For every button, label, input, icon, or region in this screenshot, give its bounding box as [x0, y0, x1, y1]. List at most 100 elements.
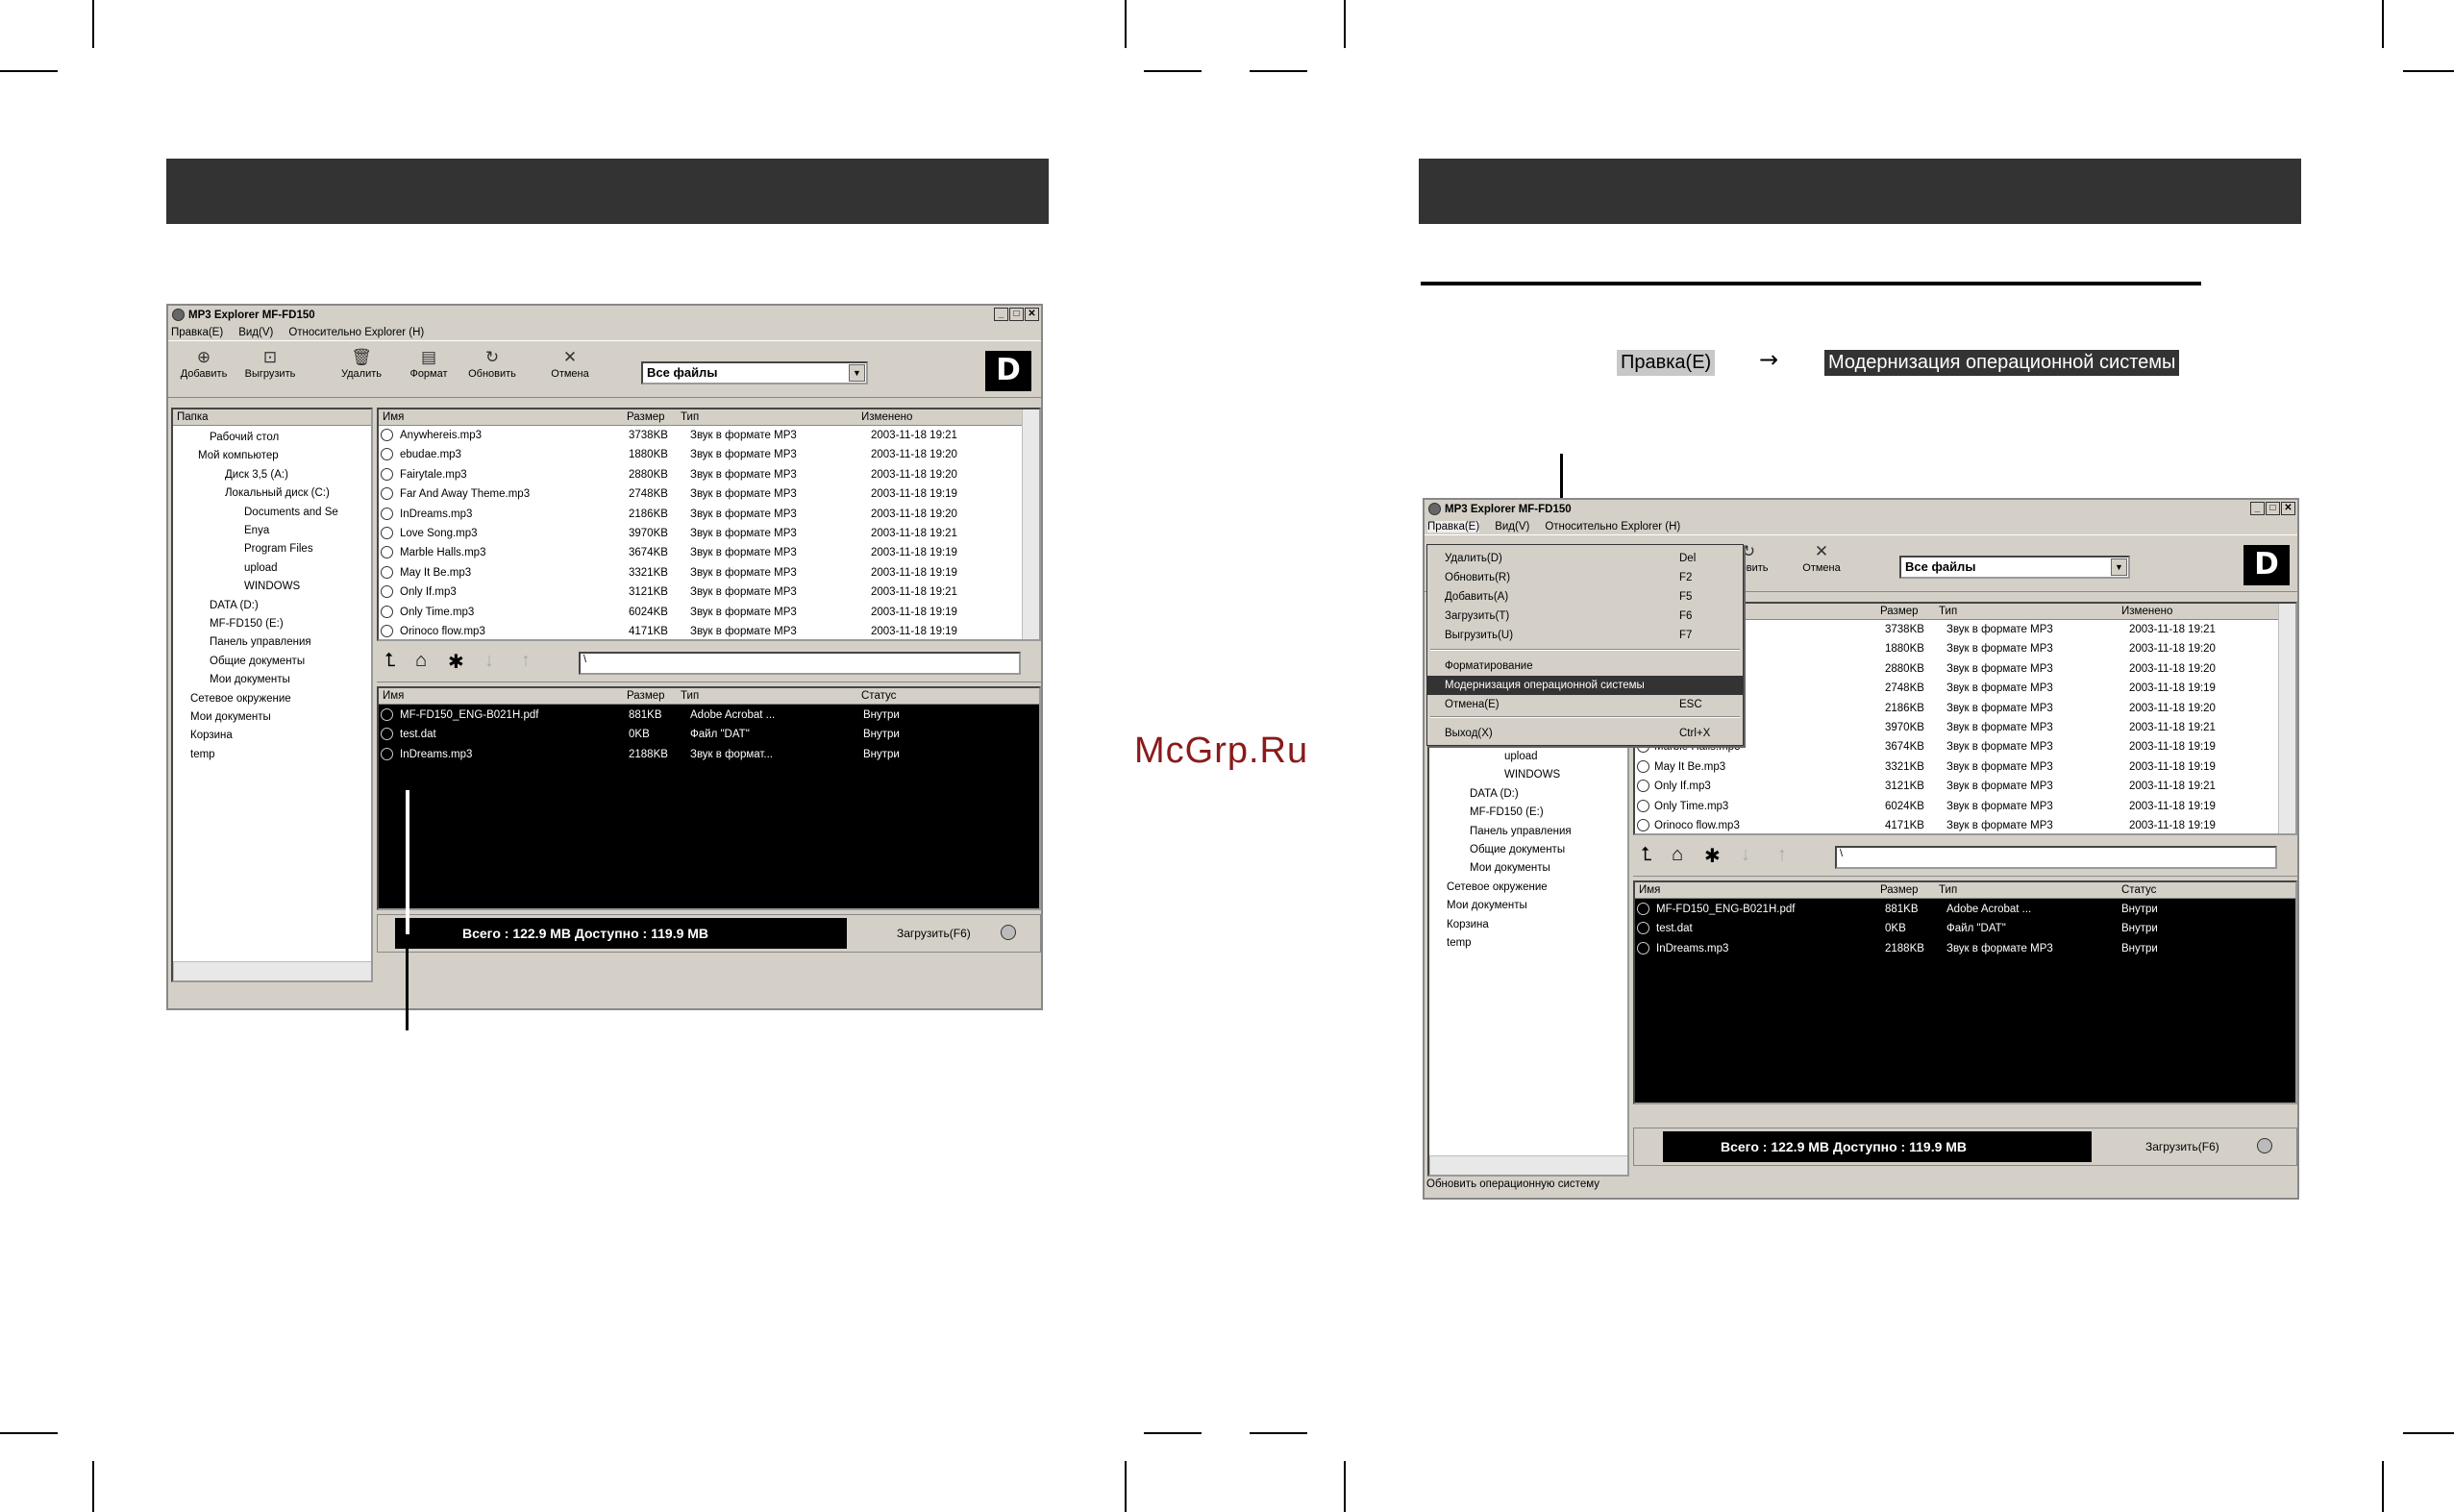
menu-item-4[interactable]: Выгрузить(U) F7	[1427, 626, 1743, 645]
col-name[interactable]: Имя	[383, 690, 404, 702]
list-vscrollbar[interactable]	[2278, 604, 2295, 833]
close-button[interactable]: ✕	[2281, 502, 2295, 515]
tree-item[interactable]: upload	[1504, 748, 1538, 765]
delete-button[interactable]: 🗑 Удалить	[330, 345, 393, 381]
menu-edit[interactable]: Правка(E)	[171, 327, 223, 338]
tree-item[interactable]: Рабочий стол	[210, 429, 279, 446]
col-type[interactable]: Тип	[1939, 884, 1957, 896]
format-button[interactable]: ▤ Формат	[397, 345, 460, 381]
col-status[interactable]: Статус	[861, 690, 896, 702]
col-size[interactable]: Размер	[1880, 606, 1919, 617]
chevron-down-icon[interactable]: ▼	[849, 364, 865, 382]
table-row[interactable]: Marble Halls.mp3 3674KB Звук в формате MP3…	[379, 543, 1039, 562]
path-field[interactable]: \	[579, 652, 1021, 675]
col-size[interactable]: Размер	[1880, 884, 1919, 896]
unload-button[interactable]: ⊡ Выгрузить	[238, 345, 302, 381]
table-row[interactable]: Orinoco flow.mp3 4171KB Звук в формате MP3…	[379, 622, 1039, 639]
tree-item[interactable]: Панель управления	[210, 633, 311, 651]
cancel-button[interactable]: ✕ Отмена	[1790, 539, 1853, 575]
tree-hscrollbar[interactable]	[1429, 1155, 1627, 1175]
tree-item[interactable]: Корзина	[190, 727, 233, 744]
table-row[interactable]: Only Time.mp3 6024KB Звук в формате MP3 200…	[379, 603, 1039, 622]
col-type[interactable]: Тип	[681, 690, 699, 702]
table-row[interactable]: Only If.mp3 3121KB Звук в формате MP3 2003-…	[379, 582, 1039, 602]
table-row[interactable]: Love Song.mp3 3970KB Звук в формате MP3 200…	[379, 524, 1039, 543]
table-row[interactable]: Far And Away Theme.mp3 2748KB Звук в форма…	[379, 484, 1039, 504]
table-row[interactable]: InDreams.mp3 2186KB Звук в формате MP3 2003…	[379, 505, 1039, 524]
arrow-up-icon[interactable]: ↑	[521, 650, 531, 672]
up-folder-icon[interactable]: ⮤	[384, 650, 396, 672]
table-row[interactable]: May It Be.mp3 3321KB Звук в формате MP3 200…	[379, 563, 1039, 582]
upload-button[interactable]: Загрузить(F6)	[2145, 1140, 2219, 1153]
tree-item[interactable]: Documents and Se	[244, 504, 338, 521]
tree-item[interactable]: Общие документы	[210, 653, 305, 670]
menu-view[interactable]: Вид(V)	[1495, 521, 1529, 533]
list-vscrollbar[interactable]	[1022, 409, 1039, 639]
tree-item[interactable]: MF-FD150 (E:)	[1470, 804, 1544, 821]
tree-item[interactable]: Локальный диск (C:)	[225, 484, 330, 502]
table-row[interactable]: Anywhereis.mp3 3738KB Звук в формате MP3 20…	[379, 426, 1039, 445]
tree-item[interactable]: temp	[190, 746, 215, 763]
tree-item[interactable]: Корзина	[1447, 916, 1489, 933]
table-row[interactable]: Orinoco flow.mp3 4171KB Звук в формате MP3…	[1635, 816, 2295, 833]
col-modified[interactable]: Изменено	[861, 411, 912, 423]
table-row[interactable]: MF-FD150_ENG-B021H.pdf 881KB Adobe Acrobat…	[379, 706, 1039, 725]
col-type[interactable]: Тип	[681, 411, 699, 423]
tree-item[interactable]: DATA (D:)	[1470, 785, 1519, 803]
tree-item[interactable]: temp	[1447, 934, 1472, 952]
tree-item[interactable]: MF-FD150 (E:)	[210, 615, 284, 632]
tree-item[interactable]: Enya	[244, 522, 269, 539]
menu-about[interactable]: Относительно Explorer (H)	[1545, 521, 1680, 533]
tree-item[interactable]: Мои документы	[1447, 897, 1527, 914]
tree-item[interactable]: upload	[244, 559, 278, 577]
col-status[interactable]: Статус	[2121, 884, 2156, 896]
col-modified[interactable]: Изменено	[2121, 606, 2172, 617]
add-button[interactable]: ⊕ Добавить	[172, 345, 235, 381]
menu-item-0[interactable]: Удалить(D) Del	[1427, 549, 1743, 568]
tree-item[interactable]: Сетевое окружение	[1447, 879, 1548, 896]
home-icon[interactable]: ⌂	[1672, 844, 1683, 866]
menu-item-7[interactable]: Отмена(E) ESC	[1427, 695, 1743, 714]
close-button[interactable]: ✕	[1025, 308, 1039, 321]
tree-item[interactable]: Program Files	[244, 540, 313, 558]
arrow-down-icon[interactable]: ↓	[1741, 844, 1750, 866]
tree-item[interactable]: Сетевое окружение	[190, 690, 291, 707]
tree-item[interactable]: Мои документы	[1470, 859, 1550, 877]
col-size[interactable]: Размер	[627, 411, 665, 423]
tree-item[interactable]: WINDOWS	[244, 578, 300, 595]
table-row[interactable]: May It Be.mp3 3321KB Звук в формате MP3 200…	[1635, 757, 2295, 777]
new-folder-icon[interactable]: ✱	[1704, 844, 1721, 868]
chevron-down-icon[interactable]: ▼	[2111, 558, 2127, 576]
file-filter-select[interactable]: Все файлы ▼	[641, 361, 868, 384]
menu-item-1[interactable]: Обновить(R) F2	[1427, 568, 1743, 587]
minimize-button[interactable]: _	[994, 308, 1008, 321]
table-row[interactable]: ebudae.mp3 1880KB Звук в формате MP3 2003-1…	[379, 445, 1039, 464]
menu-item-8[interactable]: Выход(X) Ctrl+X	[1427, 724, 1743, 743]
table-row[interactable]: InDreams.mp3 2188KB Звук в формате MP3 Внут…	[1635, 939, 2295, 958]
refresh-button[interactable]: ↻ Обновить	[460, 345, 524, 381]
new-folder-icon[interactable]: ✱	[448, 650, 464, 674]
col-type[interactable]: Тип	[1939, 606, 1957, 617]
menu-item-2[interactable]: Добавить(A) F5	[1427, 587, 1743, 607]
tree-item[interactable]: Мои документы	[210, 671, 290, 688]
tree-item[interactable]: Панель управления	[1470, 823, 1572, 840]
maximize-button[interactable]: □	[2266, 502, 2280, 515]
tree-item[interactable]: Общие документы	[1470, 841, 1565, 858]
col-name[interactable]: Имя	[383, 411, 404, 423]
table-row[interactable]: test.dat 0KB Файл "DAT" Внутри	[379, 725, 1039, 744]
table-row[interactable]: Fairytale.mp3 2880KB Звук в формате MP3 200…	[379, 465, 1039, 484]
menu-edit[interactable]: Правка(E)	[1427, 520, 1480, 533]
minimize-button[interactable]: _	[2250, 502, 2265, 515]
menu-view[interactable]: Вид(V)	[238, 327, 273, 338]
home-icon[interactable]: ⌂	[415, 650, 427, 672]
table-row[interactable]: Only Time.mp3 6024KB Звук в формате MP3 200…	[1635, 797, 2295, 816]
tree-item[interactable]: WINDOWS	[1504, 766, 1560, 783]
arrow-down-icon[interactable]: ↓	[484, 650, 494, 672]
col-size[interactable]: Размер	[627, 690, 665, 702]
tree-item[interactable]: Диск 3,5 (A:)	[225, 466, 288, 483]
file-filter-select[interactable]: Все файлы ▼	[1899, 556, 2130, 579]
table-row[interactable]: test.dat 0KB Файл "DAT" Внутри	[1635, 919, 2295, 938]
table-row[interactable]: MF-FD150_ENG-B021H.pdf 881KB Adobe Acrobat…	[1635, 900, 2295, 919]
cancel-button[interactable]: ✕ Отмена	[538, 345, 602, 381]
menu-item-5[interactable]: Форматирование	[1427, 657, 1743, 676]
